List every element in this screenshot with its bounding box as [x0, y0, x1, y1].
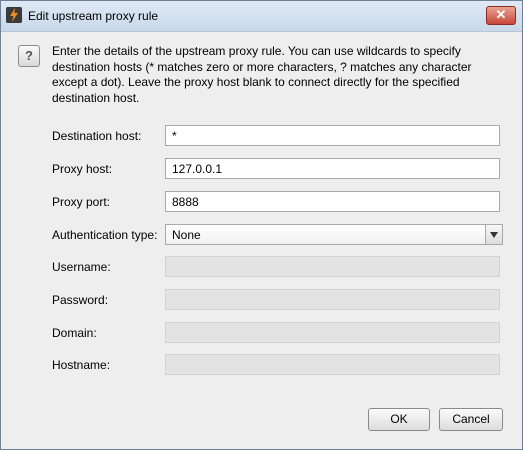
question-mark-icon: ?	[18, 45, 40, 67]
domain-input[interactable]	[165, 322, 500, 343]
hostname-input[interactable]	[165, 354, 500, 375]
auth-type-label: Authentication type:	[52, 228, 158, 242]
dialog-description: Enter the details of the upstream proxy …	[52, 44, 472, 105]
dropdown-arrow-icon[interactable]	[485, 225, 502, 244]
password-label: Password:	[52, 293, 109, 307]
dialog-window: Edit upstream proxy rule ✕ ? Enter the d…	[0, 0, 523, 450]
close-button[interactable]: ✕	[486, 6, 516, 25]
domain-label: Domain:	[52, 326, 97, 340]
username-row: Username:	[52, 256, 503, 278]
destination-host-row: Destination host:	[52, 125, 503, 147]
window-title: Edit upstream proxy rule	[28, 9, 159, 23]
username-input[interactable]	[165, 256, 500, 277]
ok-button[interactable]: OK	[368, 408, 430, 431]
domain-row: Domain:	[52, 322, 503, 344]
proxy-host-row: Proxy host:	[52, 158, 503, 180]
hostname-row: Hostname:	[52, 354, 503, 376]
proxy-host-input[interactable]	[165, 158, 500, 179]
auth-type-selected-value: None	[172, 228, 201, 242]
proxy-port-label: Proxy port:	[52, 195, 111, 209]
auth-type-row: Authentication type: None	[52, 224, 503, 246]
cancel-button[interactable]: Cancel	[439, 408, 503, 431]
password-row: Password:	[52, 289, 503, 311]
hostname-label: Hostname:	[52, 358, 111, 372]
burp-lightning-icon	[6, 7, 22, 23]
destination-host-label: Destination host:	[52, 129, 142, 143]
username-label: Username:	[52, 260, 111, 274]
destination-host-input[interactable]	[165, 125, 500, 146]
proxy-port-row: Proxy port:	[52, 191, 503, 213]
auth-type-select[interactable]: None	[165, 224, 503, 245]
password-input[interactable]	[165, 289, 500, 310]
title-bar[interactable]: Edit upstream proxy rule ✕	[1, 1, 522, 32]
proxy-port-input[interactable]	[165, 191, 500, 212]
proxy-host-label: Proxy host:	[52, 162, 113, 176]
dialog-content: ? Enter the details of the upstream prox…	[1, 32, 522, 449]
